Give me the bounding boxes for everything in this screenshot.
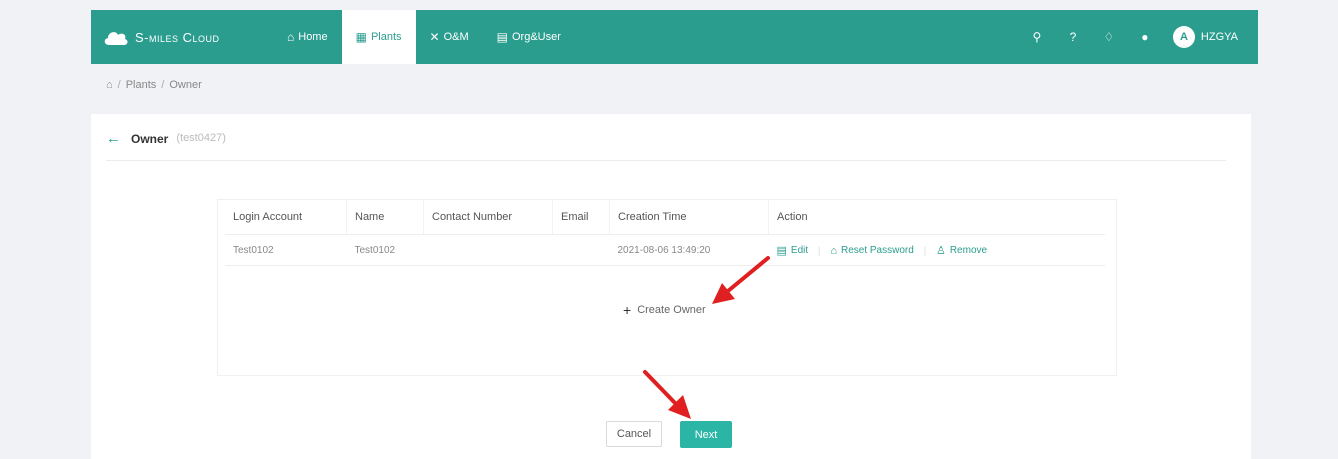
nav-home[interactable]: ⌂ Home bbox=[273, 10, 342, 64]
card-header: ← Owner (test0427) bbox=[106, 131, 1226, 161]
col-creation-time: Creation Time bbox=[609, 200, 769, 235]
remove-label: Remove bbox=[949, 244, 988, 256]
cancel-button[interactable]: Cancel bbox=[606, 421, 662, 447]
cell-created: 2021-08-06 13:49:20 bbox=[609, 234, 769, 266]
nav-home-label: Home bbox=[298, 31, 328, 43]
cell-login: Test0102 bbox=[225, 234, 347, 266]
globe-icon[interactable]: ● bbox=[1137, 30, 1153, 44]
org-icon: ▤ bbox=[496, 30, 508, 44]
col-contact-number: Contact Number bbox=[423, 200, 553, 235]
brand-name: S-miles Cloud bbox=[135, 29, 220, 45]
col-name: Name bbox=[346, 200, 424, 235]
nav-plants-label: Plants bbox=[370, 31, 402, 43]
user-icon: ♙ bbox=[935, 244, 946, 257]
brand-logo[interactable]: S-miles Cloud bbox=[103, 28, 273, 46]
next-button[interactable]: Next bbox=[680, 421, 732, 448]
col-email: Email bbox=[552, 200, 610, 235]
create-owner-label: Create Owner bbox=[637, 304, 706, 316]
page-subtitle: (test0427) bbox=[176, 132, 226, 144]
username[interactable]: HZGYA bbox=[1201, 31, 1238, 43]
nav-om[interactable]: ✕ O&M bbox=[416, 10, 483, 64]
page-title: Owner bbox=[131, 132, 169, 146]
edit-label: Edit bbox=[790, 244, 809, 256]
nav-plants[interactable]: ▦ Plants bbox=[341, 10, 416, 64]
cell-contact bbox=[423, 234, 553, 266]
nav-om-label: O&M bbox=[443, 31, 469, 43]
reset-password-button[interactable]: ⌂ Reset Password bbox=[830, 245, 913, 257]
lock-icon: ⌂ bbox=[830, 244, 837, 257]
edit-button[interactable]: ▤ Edit bbox=[777, 244, 809, 257]
edit-icon: ▤ bbox=[776, 244, 787, 257]
breadcrumb-owner: Owner bbox=[169, 79, 202, 91]
breadcrumb: ⌂ / Plants / Owner bbox=[106, 79, 202, 91]
reset-password-label: Reset Password bbox=[840, 245, 914, 256]
breadcrumb-plants[interactable]: Plants bbox=[126, 79, 157, 91]
col-action: Action bbox=[768, 200, 1105, 235]
home-breadcrumb-icon[interactable]: ⌂ bbox=[106, 79, 113, 91]
owner-table-container: Login Account Name Contact Number Email … bbox=[217, 199, 1117, 376]
avatar[interactable]: A bbox=[1172, 26, 1195, 48]
remove-button[interactable]: ♙ Remove bbox=[936, 244, 987, 257]
top-navigation-bar: S-miles Cloud ⌂ Home ▦ Plants ✕ O&M ▤ Or… bbox=[91, 10, 1258, 64]
table-row: Test0102 Test0102 2021-08-06 13:49:20 ▤ … bbox=[225, 234, 1105, 266]
plus-icon: + bbox=[623, 302, 632, 318]
owner-card: ← Owner (test0427) Login Account Name Co… bbox=[91, 114, 1251, 459]
nav-org-user[interactable]: ▤ Org&User bbox=[483, 10, 575, 64]
bell-icon[interactable]: ♢ bbox=[1101, 30, 1117, 44]
tools-icon: ✕ bbox=[429, 30, 440, 44]
col-login-account: Login Account bbox=[225, 200, 347, 235]
cell-email bbox=[552, 234, 610, 266]
search-icon[interactable]: ⚲ bbox=[1029, 30, 1045, 44]
owner-table: Login Account Name Contact Number Email … bbox=[225, 200, 1105, 266]
cell-name: Test0102 bbox=[346, 234, 424, 266]
plants-icon: ▦ bbox=[355, 30, 367, 44]
cloud-icon bbox=[104, 32, 128, 45]
nav-org-user-label: Org&User bbox=[511, 31, 561, 43]
back-arrow-icon[interactable]: ← bbox=[106, 131, 121, 146]
home-icon: ⌂ bbox=[287, 30, 295, 44]
help-icon[interactable]: ? bbox=[1065, 30, 1081, 44]
create-owner-button[interactable]: + Create Owner bbox=[623, 302, 706, 318]
cell-actions: ▤ Edit | ⌂ Reset Password | ♙ Remove bbox=[768, 234, 1105, 266]
